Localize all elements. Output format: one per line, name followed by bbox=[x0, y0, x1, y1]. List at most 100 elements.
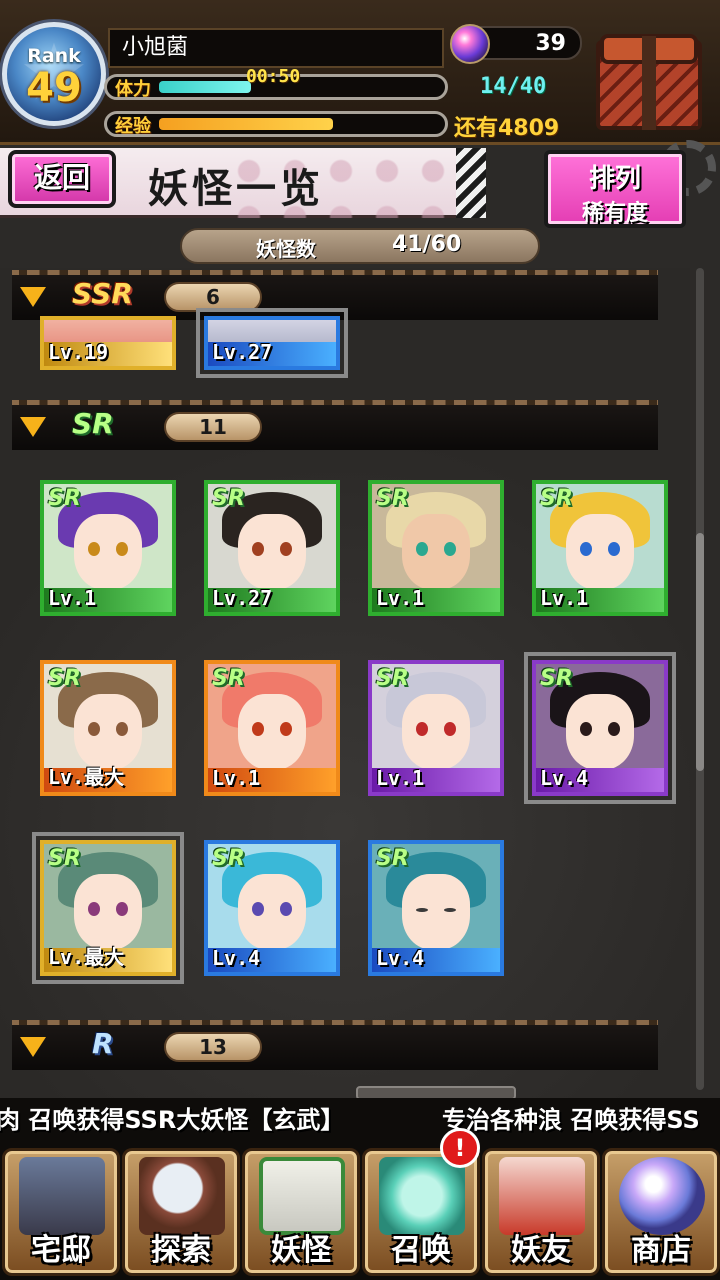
yokai-card[interactable]: SR Lv.1 bbox=[40, 480, 176, 616]
sr-badge: SR bbox=[48, 486, 81, 511]
eye bbox=[580, 542, 592, 556]
eye bbox=[444, 542, 456, 556]
sr-badge: SR bbox=[376, 486, 409, 511]
gem-icon bbox=[450, 24, 490, 64]
eye bbox=[88, 542, 100, 556]
exp-fill bbox=[159, 118, 333, 130]
level-label: Lv.1 bbox=[48, 586, 97, 610]
mansion-icon bbox=[19, 1157, 105, 1235]
yokai-card[interactable]: SR Lv.1 bbox=[532, 480, 668, 616]
yokai-count-label: 妖怪数 bbox=[256, 237, 316, 261]
level-label: Lv.最大 bbox=[48, 765, 125, 789]
nav-shop-button[interactable]: 商店 bbox=[602, 1148, 720, 1276]
rarity-tag-r: R bbox=[92, 1027, 114, 1060]
stamina-value: 14/40 bbox=[480, 74, 547, 99]
face bbox=[74, 694, 142, 770]
yokai-card[interactable]: SR Lv.最大 bbox=[32, 832, 184, 984]
group-header-ssr[interactable]: SSR 6 bbox=[12, 270, 658, 320]
sort-mode: 稀有度 bbox=[581, 201, 648, 226]
yokai-card[interactable]: SR Lv.4 bbox=[368, 840, 504, 976]
sr-badge: SR bbox=[48, 846, 81, 871]
yokai-card[interactable]: Lv.27 bbox=[196, 308, 348, 378]
eye bbox=[88, 902, 100, 916]
nav-explore-label: 探索 bbox=[151, 1233, 211, 1268]
yokai-card[interactable]: SR Lv.27 bbox=[204, 480, 340, 616]
group-header-r[interactable]: R 13 bbox=[12, 1020, 658, 1070]
sr-badge: SR bbox=[212, 666, 245, 691]
yokai-list[interactable]: SSR 6 Lv.19 Lv.27 SR 11 SR Lv.1 SR Lv.27… bbox=[0, 268, 690, 1098]
group-count-sr: 11 bbox=[164, 412, 262, 442]
eye bbox=[416, 542, 428, 556]
pentagram-icon bbox=[379, 1157, 465, 1235]
gift-box-icon[interactable] bbox=[586, 30, 712, 136]
magnifier-icon bbox=[139, 1157, 225, 1235]
rank-number: 49 bbox=[26, 65, 82, 111]
sr-badge: SR bbox=[540, 486, 573, 511]
sort-label: 排列 bbox=[588, 164, 641, 194]
face bbox=[74, 874, 142, 950]
gem-count: 39 bbox=[535, 31, 566, 56]
scroll-thumb[interactable] bbox=[696, 533, 704, 771]
summon-notification-badge: ! bbox=[440, 1128, 480, 1168]
eye bbox=[280, 722, 292, 736]
sort-button[interactable]: 排列 稀有度 bbox=[544, 150, 686, 228]
ticker-message: 肉 召唤获得SSR大妖怪【玄武】 bbox=[0, 1106, 345, 1134]
face bbox=[566, 514, 634, 590]
face bbox=[238, 874, 306, 950]
rarity-tag-ssr: SSR bbox=[72, 277, 133, 310]
banner-stripes bbox=[456, 148, 486, 218]
nav-summon-label: 召唤 bbox=[391, 1233, 451, 1268]
stamina-timer: 00:50 bbox=[246, 66, 301, 87]
bottom-nav: 宅邸 探索 妖怪 召唤 妖友 商店 bbox=[0, 1142, 720, 1280]
nav-explore-button[interactable]: 探索 bbox=[122, 1148, 240, 1276]
list-scrollbar[interactable] bbox=[696, 268, 704, 1090]
nav-yokai-label: 妖怪 bbox=[271, 1233, 331, 1268]
level-label: Lv.1 bbox=[540, 586, 589, 610]
face bbox=[566, 694, 634, 770]
eye bbox=[252, 722, 264, 736]
yokai-card[interactable]: SR Lv.4 bbox=[204, 840, 340, 976]
yokai-card[interactable]: Lv.19 bbox=[40, 316, 176, 370]
level-label: Lv.4 bbox=[212, 946, 261, 970]
nav-home-button[interactable]: 宅邸 bbox=[2, 1148, 120, 1276]
nav-yokai-button[interactable]: 妖怪 bbox=[242, 1148, 360, 1276]
player-name: 小旭菌 bbox=[108, 28, 444, 68]
rank-label: Rank bbox=[27, 45, 81, 67]
collapse-triangle-icon bbox=[20, 417, 46, 437]
sr-badge: SR bbox=[212, 486, 245, 511]
gem-counter[interactable]: 39 bbox=[450, 24, 582, 64]
face bbox=[74, 514, 142, 590]
level-label: Lv.最大 bbox=[48, 945, 125, 969]
level-label: Lv.4 bbox=[540, 766, 589, 790]
sr-badge: SR bbox=[376, 666, 409, 691]
sr-badge: SR bbox=[376, 846, 409, 871]
yokai-card[interactable]: SR Lv.1 bbox=[368, 660, 504, 796]
eye bbox=[280, 542, 292, 556]
friend-avatar-icon bbox=[499, 1157, 585, 1235]
scroll-icon bbox=[259, 1157, 345, 1235]
face bbox=[238, 694, 306, 770]
yokai-card[interactable]: SR Lv.4 bbox=[524, 652, 676, 804]
face bbox=[402, 514, 470, 590]
rank-badge[interactable]: ★ Rank 49 bbox=[2, 22, 106, 126]
yokai-card[interactable]: SR Lv.1 bbox=[204, 660, 340, 796]
face bbox=[402, 874, 470, 950]
yokai-card[interactable]: SR Lv.1 bbox=[368, 480, 504, 616]
nav-friends-label: 妖友 bbox=[511, 1233, 571, 1268]
stamina-fill bbox=[159, 81, 252, 93]
eye bbox=[444, 908, 456, 912]
nav-friends-button[interactable]: 妖友 bbox=[482, 1148, 600, 1276]
exp-remaining: 还有4809 bbox=[454, 116, 560, 141]
yokai-card[interactable]: SR Lv.最大 bbox=[40, 660, 176, 796]
eye bbox=[116, 722, 128, 736]
face bbox=[402, 694, 470, 770]
back-button[interactable]: 返回 bbox=[8, 150, 116, 208]
group-header-sr[interactable]: SR 11 bbox=[12, 400, 658, 450]
eye bbox=[116, 542, 128, 556]
stamina-label: 体力 bbox=[115, 79, 151, 100]
yokai-count-value: 41/60 bbox=[392, 232, 462, 257]
exp-bar: 经验 bbox=[104, 111, 448, 137]
eye bbox=[252, 542, 264, 556]
exp-label: 经验 bbox=[115, 116, 151, 137]
level-label: Lv.1 bbox=[376, 766, 425, 790]
